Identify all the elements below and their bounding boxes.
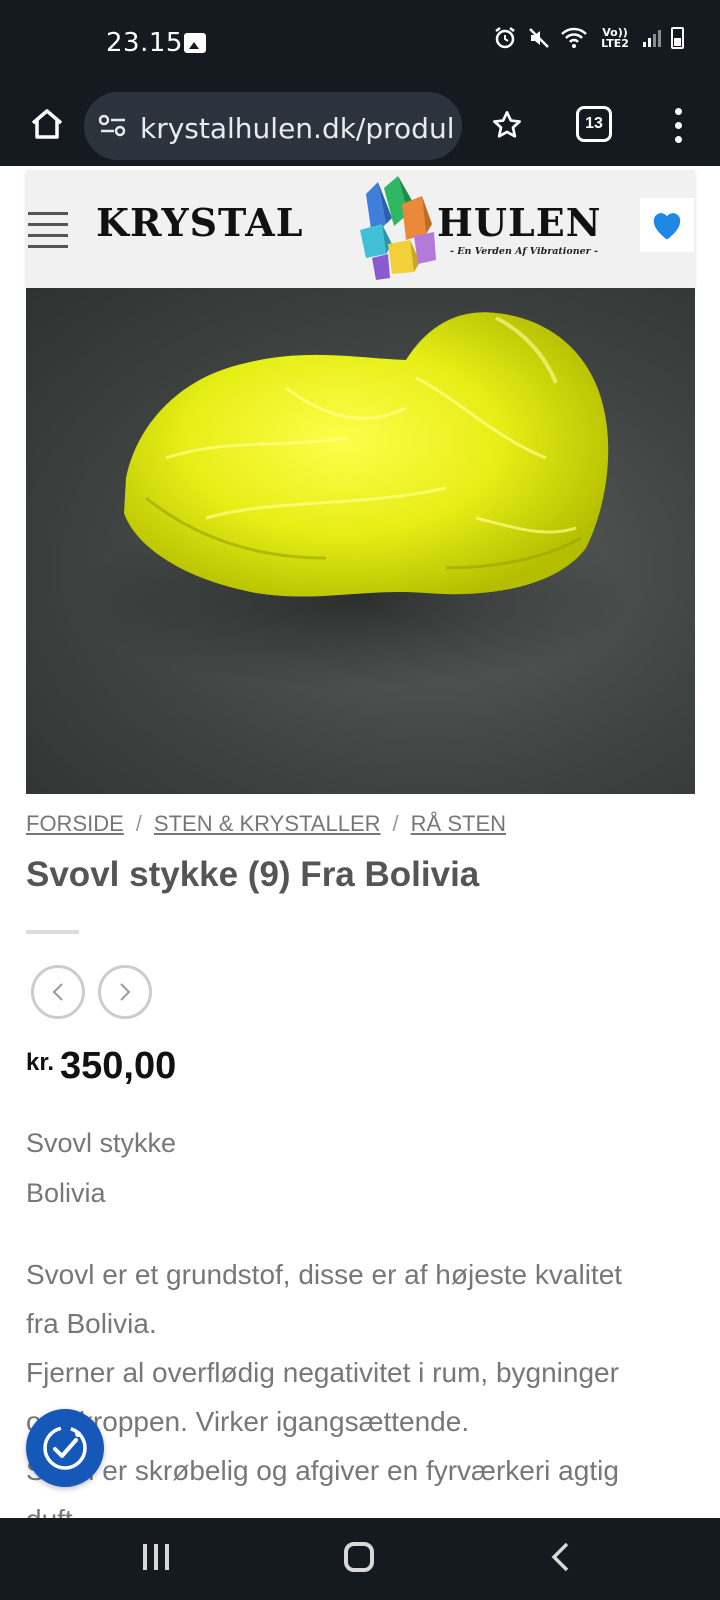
description-line: Svovl er et grundstof, disse er af højes… xyxy=(26,1259,623,1290)
breadcrumb: FORSIDE / STEN & KRYSTALLER / RÅ STEN xyxy=(26,811,506,837)
recent-apps-button[interactable] xyxy=(143,1544,169,1570)
product-description: Svovl er et grundstof, disse er af højes… xyxy=(26,1250,694,1544)
tab-switcher-button[interactable]: 13 xyxy=(576,106,612,142)
signal-icon xyxy=(643,29,661,47)
short-description-line: Bolivia xyxy=(26,1178,106,1208)
star-icon xyxy=(493,111,521,138)
accessibility-check-icon xyxy=(43,1426,87,1470)
breadcrumb-separator: / xyxy=(392,811,399,836)
product-title: Svovl stykke (9) Fra Bolivia xyxy=(26,855,480,894)
logo-text-left: KRYSTAL xyxy=(96,200,304,245)
product-price: kr. 350,00 xyxy=(26,1045,176,1088)
system-back-button[interactable] xyxy=(549,1540,571,1583)
description-line: fra Bolivia. xyxy=(26,1308,157,1339)
crystal-logo-icon xyxy=(360,176,436,280)
gallery-notification-icon xyxy=(184,33,206,53)
status-bar: 23.15 Vo)) LTE2 xyxy=(0,0,720,84)
recents-bar xyxy=(154,1544,158,1570)
accessibility-button[interactable] xyxy=(26,1409,104,1487)
alarm-icon xyxy=(495,27,515,49)
breadcrumb-separator: / xyxy=(135,811,142,836)
hamburger-menu-button[interactable] xyxy=(28,212,68,248)
site-header: KRYSTAL HULEN - En Verden Af Vibrationer… xyxy=(26,170,695,288)
recents-bar xyxy=(143,1544,147,1570)
hamburger-line xyxy=(28,223,68,226)
system-home-button[interactable] xyxy=(344,1542,374,1572)
wishlist-button[interactable] xyxy=(640,198,694,252)
menu-dot xyxy=(674,107,682,115)
recents-bar xyxy=(165,1544,169,1570)
status-icons: Vo)) LTE2 xyxy=(493,26,684,50)
logo-tagline: - En Verden Af Vibrationer - xyxy=(450,246,598,257)
wifi-icon xyxy=(561,27,587,48)
breadcrumb-link-raa-sten[interactable]: RÅ STEN xyxy=(411,811,506,836)
browser-toolbar: krystalhulen.dk/produl 13 xyxy=(0,84,720,166)
short-description-line: Svovl stykke xyxy=(26,1128,177,1158)
network-label: Vo)) LTE2 xyxy=(601,26,629,50)
chevron-left-icon xyxy=(52,983,63,1001)
menu-dot xyxy=(674,121,682,129)
bookmark-button[interactable] xyxy=(482,100,532,150)
short-description: Svovl stykke Bolivia xyxy=(26,1118,176,1218)
description-line: Svovl er skrøbelig og afgiver en fyrværk… xyxy=(26,1455,619,1486)
browser-menu-button[interactable] xyxy=(658,100,698,150)
menu-dot xyxy=(674,135,682,143)
next-product-button[interactable] xyxy=(98,965,152,1019)
description-line: Fjerner al overflødig negativitet i rum,… xyxy=(26,1357,619,1388)
back-chevron-icon xyxy=(551,1542,569,1572)
breadcrumb-link-sten-krystaller[interactable]: STEN & KRYSTALLER xyxy=(154,811,381,836)
description-line: og i kroppen. Virker igangsættende. xyxy=(26,1406,470,1437)
system-navigation-bar xyxy=(0,1518,720,1600)
breadcrumb-link-forside[interactable]: FORSIDE xyxy=(26,811,124,836)
address-bar[interactable]: krystalhulen.dk/produl xyxy=(84,92,462,160)
battery-icon xyxy=(671,27,684,49)
home-icon xyxy=(31,109,63,139)
logo-text-right: HULEN xyxy=(437,200,602,245)
status-time: 23.15 xyxy=(106,28,183,58)
url-text: krystalhulen.dk/produl xyxy=(140,112,455,145)
site-settings-icon xyxy=(98,114,126,137)
home-button[interactable] xyxy=(22,99,72,149)
hamburger-line xyxy=(28,245,68,248)
mute-icon xyxy=(529,28,549,48)
hamburger-line xyxy=(28,234,68,237)
product-image[interactable] xyxy=(26,288,695,794)
hamburger-line xyxy=(28,212,68,215)
previous-product-button[interactable] xyxy=(31,965,85,1019)
heart-icon xyxy=(653,213,681,240)
price-currency: kr. xyxy=(26,1049,55,1076)
price-value: 350,00 xyxy=(60,1045,177,1087)
chevron-right-icon xyxy=(120,983,131,1001)
title-divider xyxy=(26,930,79,934)
sulfur-crystal-image xyxy=(76,312,636,688)
